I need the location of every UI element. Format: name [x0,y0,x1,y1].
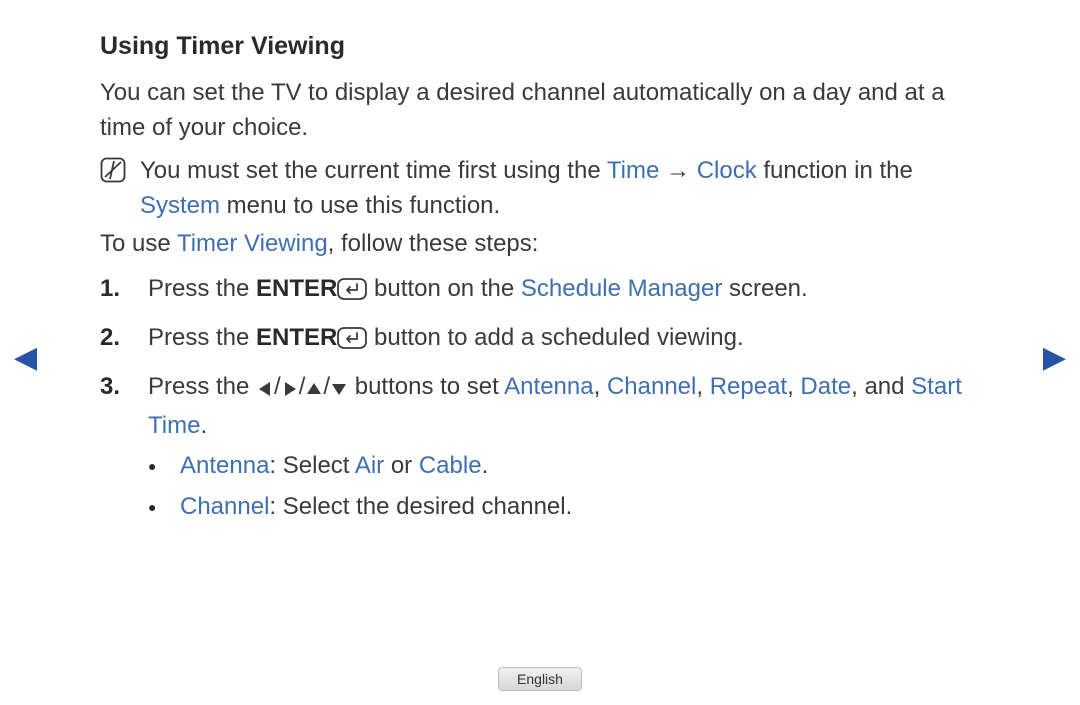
step-2: Press the ENTER button to add a schedule… [100,321,980,360]
direction-buttons-icon: /// [256,373,348,400]
timer-viewing-link: Timer Viewing [177,230,328,257]
to-use-line: To use Timer Viewing, follow these steps… [100,227,980,262]
time-link: Time [607,157,659,184]
clock-link: Clock [697,157,757,184]
step-1: Press the ENTER button on the Schedule M… [100,272,980,311]
note-row: You must set the current time first usin… [100,154,980,224]
date-link: Date [800,373,851,400]
bullet-channel: Channel: Select the desired channel. [148,490,980,525]
step3-bullets: Antenna: Select Air or Cable. Channel: S… [148,449,980,525]
up-icon [305,374,323,409]
language-button[interactable]: English [498,667,582,691]
repeat-link: Repeat [710,373,787,400]
schedule-manager-link: Schedule Manager [521,275,722,302]
channel-link: Channel [607,373,696,400]
enter-icon [337,325,367,360]
intro-text: You can set the TV to display a desired … [100,76,980,146]
manual-page: Using Timer Viewing You can set the TV t… [0,0,1080,531]
step-3: Press the /// buttons to set Antenna, Ch… [100,370,980,531]
right-icon [281,374,299,409]
page-title: Using Timer Viewing [100,28,980,64]
note-icon [100,157,126,194]
enter-icon [337,276,367,311]
note-text: You must set the current time first usin… [140,154,980,224]
next-page-arrow[interactable]: ▶ [1043,340,1066,375]
down-icon [330,374,348,409]
steps-list: Press the ENTER button on the Schedule M… [100,272,980,531]
bullet-antenna: Antenna: Select Air or Cable. [148,449,980,484]
prev-page-arrow[interactable]: ◀ [14,340,37,375]
left-icon [256,374,274,409]
system-link: System [140,192,220,219]
antenna-link: Antenna [504,373,593,400]
